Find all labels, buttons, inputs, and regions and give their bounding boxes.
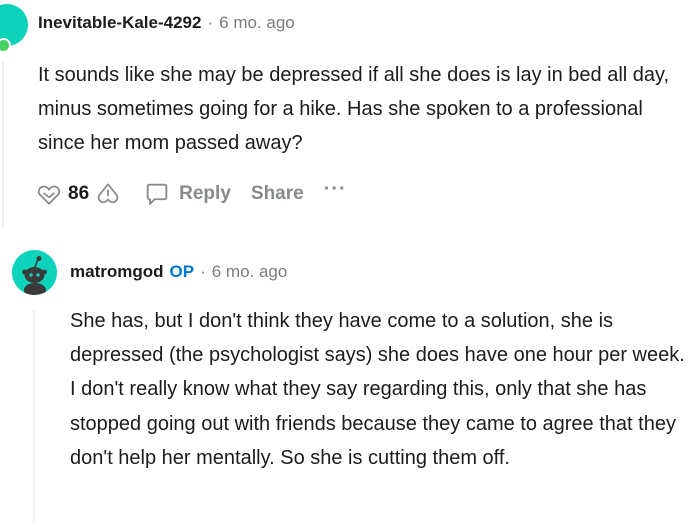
- upvote-icon[interactable]: [36, 181, 62, 207]
- vote-count: 86: [68, 183, 90, 204]
- reply-button[interactable]: Reply: [143, 180, 231, 208]
- more-options-button[interactable]: ···: [324, 178, 347, 201]
- user-avatar[interactable]: [0, 4, 28, 53]
- meta-separator: ·: [207, 13, 214, 32]
- comment-meta: Inevitable-Kale-4292 · 6 mo. ago: [38, 13, 295, 33]
- snoo-avatar-icon[interactable]: [12, 250, 57, 295]
- comment-author[interactable]: matromgod: [70, 262, 164, 282]
- meta-separator: ·: [200, 262, 206, 281]
- speech-bubble-icon: [143, 180, 171, 208]
- comment-timestamp[interactable]: 6 mo. ago: [219, 13, 295, 33]
- comment-meta: matromgod OP · 6 mo. ago: [70, 262, 287, 282]
- thread-line[interactable]: [33, 310, 35, 523]
- comment-author[interactable]: Inevitable-Kale-4292: [38, 13, 201, 33]
- online-status-indicator: [0, 38, 11, 53]
- share-button[interactable]: Share: [251, 183, 304, 205]
- comment-timestamp[interactable]: 6 mo. ago: [212, 262, 288, 282]
- downvote-icon[interactable]: [95, 181, 121, 207]
- op-badge: OP: [169, 262, 195, 281]
- reply-label: Reply: [179, 183, 231, 204]
- thread-line[interactable]: [2, 62, 4, 227]
- comment-body: She has, but I don't think they have com…: [70, 310, 685, 469]
- comment-body: It sounds like she may be depressed if a…: [38, 64, 670, 154]
- comment-actions: 86 Reply Share ···: [36, 176, 347, 212]
